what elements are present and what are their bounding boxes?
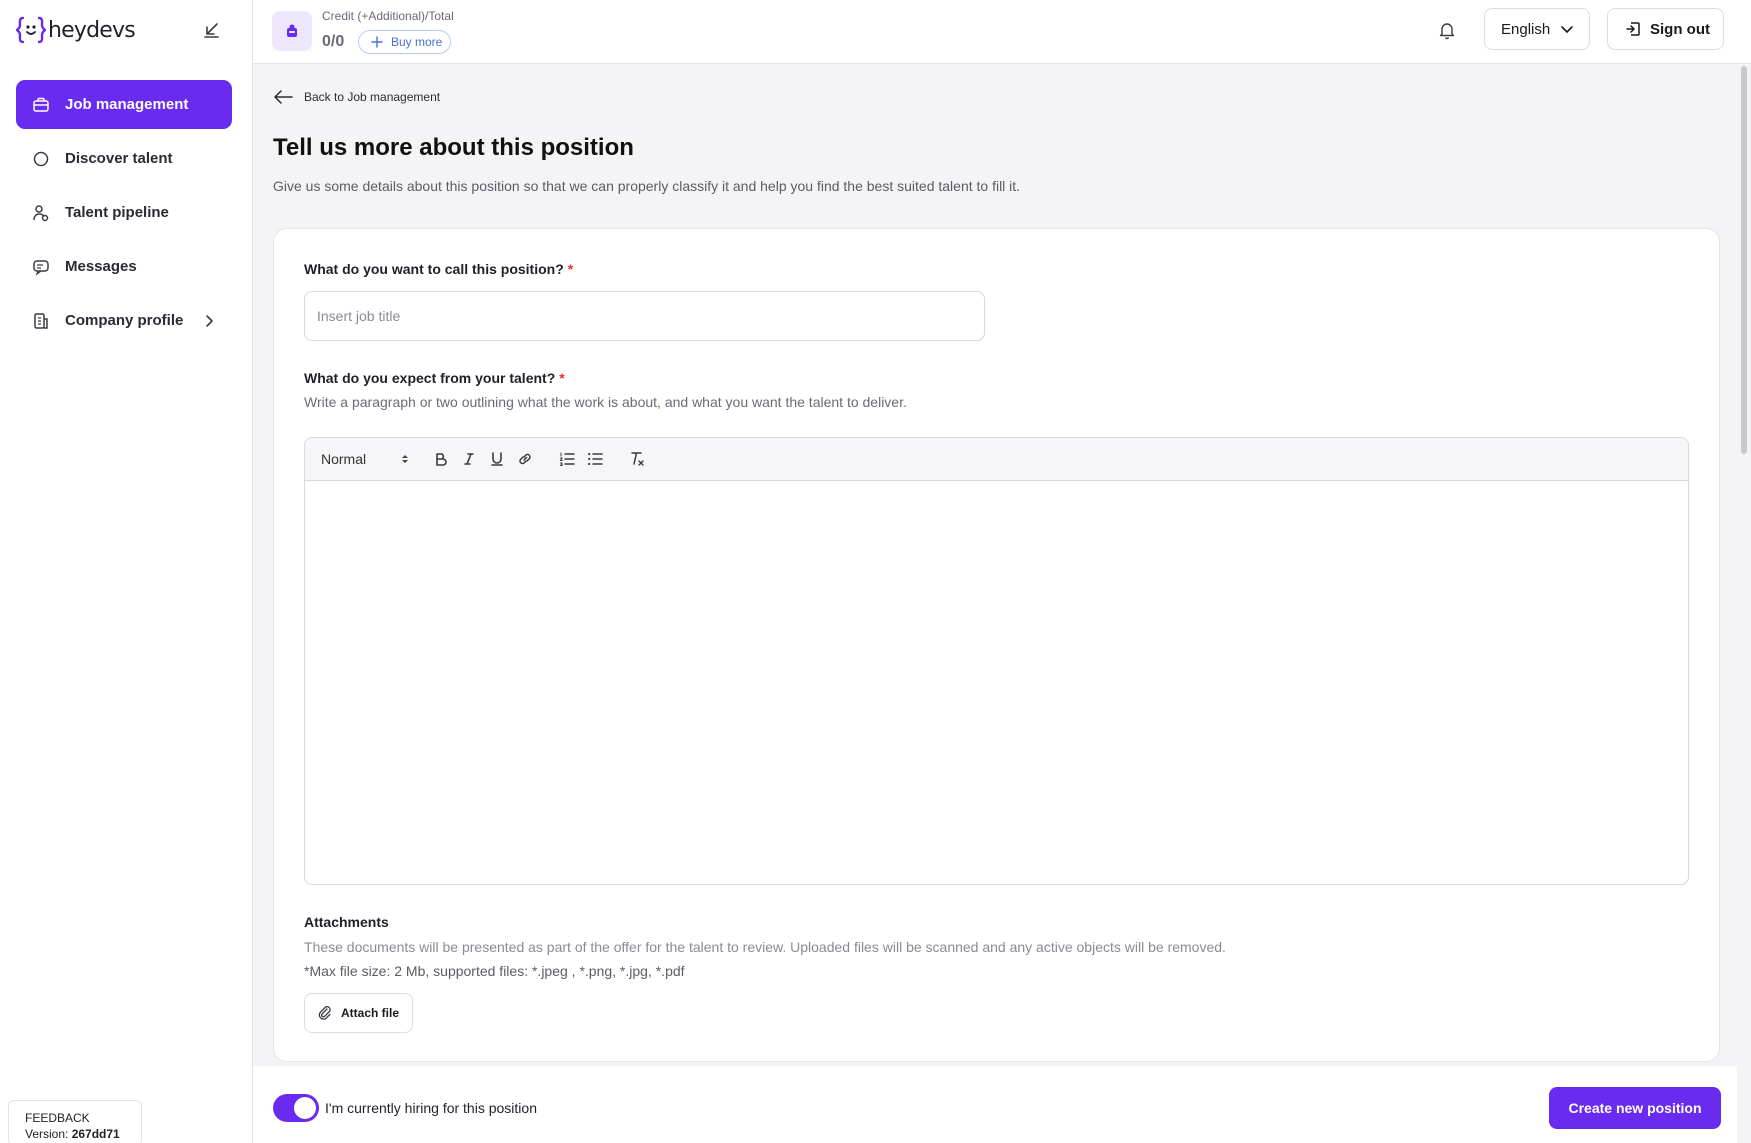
position-name-label: What do you want to call this position? * — [304, 261, 573, 277]
buy-more-label: Buy more — [391, 35, 443, 49]
hiring-toggle[interactable] — [273, 1094, 319, 1122]
attach-file-button[interactable]: Attach file — [304, 993, 413, 1033]
sidebar-item-job-management[interactable]: Job management — [16, 80, 232, 129]
sidebar-item-messages[interactable]: Messages — [16, 242, 232, 291]
building-icon — [32, 312, 50, 330]
underline-icon[interactable] — [487, 449, 507, 469]
text-format-select[interactable]: Normal — [321, 447, 409, 471]
logo[interactable]: heydevs — [16, 14, 136, 46]
required-mark: * — [559, 370, 565, 386]
sidebar-item-talent-pipeline[interactable]: Talent pipeline — [16, 188, 232, 237]
version-label: Version: — [25, 1127, 69, 1141]
language-label: English — [1501, 20, 1551, 38]
expectations-label: What do you expect from your talent? * — [304, 370, 565, 386]
version-value: 267dd71 — [71, 1127, 120, 1141]
editor-text-area[interactable] — [305, 481, 1688, 884]
job-title-input[interactable] — [304, 291, 985, 341]
buy-more-button[interactable]: Buy more — [358, 30, 452, 54]
sidebar-item-label: Company profile — [65, 312, 184, 329]
attachments-title: Attachments — [304, 914, 389, 930]
sidebar-item-label: Job management — [65, 96, 189, 113]
position-form-card: What do you want to call this position? *… — [273, 228, 1720, 1062]
chevron-right-icon — [202, 314, 216, 328]
italic-icon[interactable] — [459, 449, 479, 469]
sign-out-button[interactable]: Sign out — [1607, 8, 1724, 50]
sidebar-item-company-profile[interactable]: Company profile — [16, 296, 232, 345]
clear-format-icon[interactable] — [627, 449, 647, 469]
attachments-description: These documents will be presented as par… — [304, 939, 1226, 955]
search-icon — [32, 150, 50, 168]
chevron-down-icon — [1561, 26, 1574, 33]
briefcase-icon — [32, 96, 50, 114]
link-icon[interactable] — [515, 449, 535, 469]
expectations-hint: Write a paragraph or two outlining what … — [304, 394, 907, 410]
top-bar: Credit (+Additional)/Total 0/0 Buy more … — [253, 0, 1751, 64]
updown-caret-icon — [402, 455, 408, 463]
attach-file-label: Attach file — [341, 1006, 400, 1020]
ordered-list-icon[interactable] — [557, 449, 577, 469]
toggle-knob — [294, 1097, 316, 1119]
back-to-job-management-link[interactable]: Back to Job management — [273, 90, 440, 104]
paperclip-icon — [318, 1006, 331, 1020]
collapse-arrow-icon — [204, 23, 219, 38]
position-name-label-text: What do you want to call this position? — [304, 261, 564, 277]
editor-toolbar: Normal — [305, 438, 1688, 481]
required-mark: * — [567, 261, 574, 277]
hiring-toggle-label: I'm currently hiring for this position — [325, 1100, 537, 1116]
sign-out-icon — [1626, 22, 1640, 36]
sidebar-item-label: Discover talent — [65, 150, 173, 167]
text-format-label: Normal — [321, 451, 367, 467]
sidebar-item-label: Talent pipeline — [65, 204, 169, 221]
sidebar-item-label: Messages — [65, 258, 137, 275]
credit-value: 0/0 — [322, 33, 345, 50]
brand-name: heydevs — [48, 17, 136, 43]
feedback-widget[interactable]: FEEDBACK Version: 267dd71 — [8, 1100, 142, 1143]
form-footer: I'm currently hiring for this position C… — [253, 1066, 1737, 1143]
plus-icon — [371, 36, 383, 48]
attachments-note: *Max file size: 2 Mb, supported files: *… — [304, 963, 685, 979]
users-icon — [32, 204, 50, 222]
page-subtitle: Give us some details about this position… — [273, 178, 1021, 194]
language-select[interactable]: English — [1484, 8, 1590, 50]
credit-label: Credit (+Additional)/Total — [322, 9, 454, 23]
create-new-position-button[interactable]: Create new position — [1549, 1087, 1721, 1129]
messages-icon — [32, 258, 50, 276]
arrow-left-icon — [274, 90, 293, 104]
scrollbar-thumb[interactable] — [1741, 66, 1747, 454]
brand-logo-icon — [16, 16, 46, 44]
version-info: Version: 267dd71 — [25, 1126, 141, 1142]
rich-text-editor: Normal — [304, 437, 1689, 885]
notifications-bell-icon[interactable] — [1436, 19, 1458, 41]
feedback-label: FEEDBACK — [25, 1111, 90, 1125]
collapse-sidebar-button[interactable] — [200, 18, 224, 42]
sidebar-nav: Job management Discover talent Talent pi… — [16, 80, 232, 350]
expectations-label-text: What do you expect from your talent? — [304, 370, 556, 386]
sign-out-label: Sign out — [1650, 20, 1710, 38]
sidebar-item-discover-talent[interactable]: Discover talent — [16, 134, 232, 183]
credit-icon — [272, 11, 312, 51]
bold-icon[interactable] — [431, 449, 451, 469]
back-link-label: Back to Job management — [304, 90, 441, 104]
sidebar: heydevs Job management Discover talent T… — [0, 0, 253, 1143]
bullet-list-icon[interactable] — [585, 449, 605, 469]
page-title: Tell us more about this position — [273, 134, 634, 161]
